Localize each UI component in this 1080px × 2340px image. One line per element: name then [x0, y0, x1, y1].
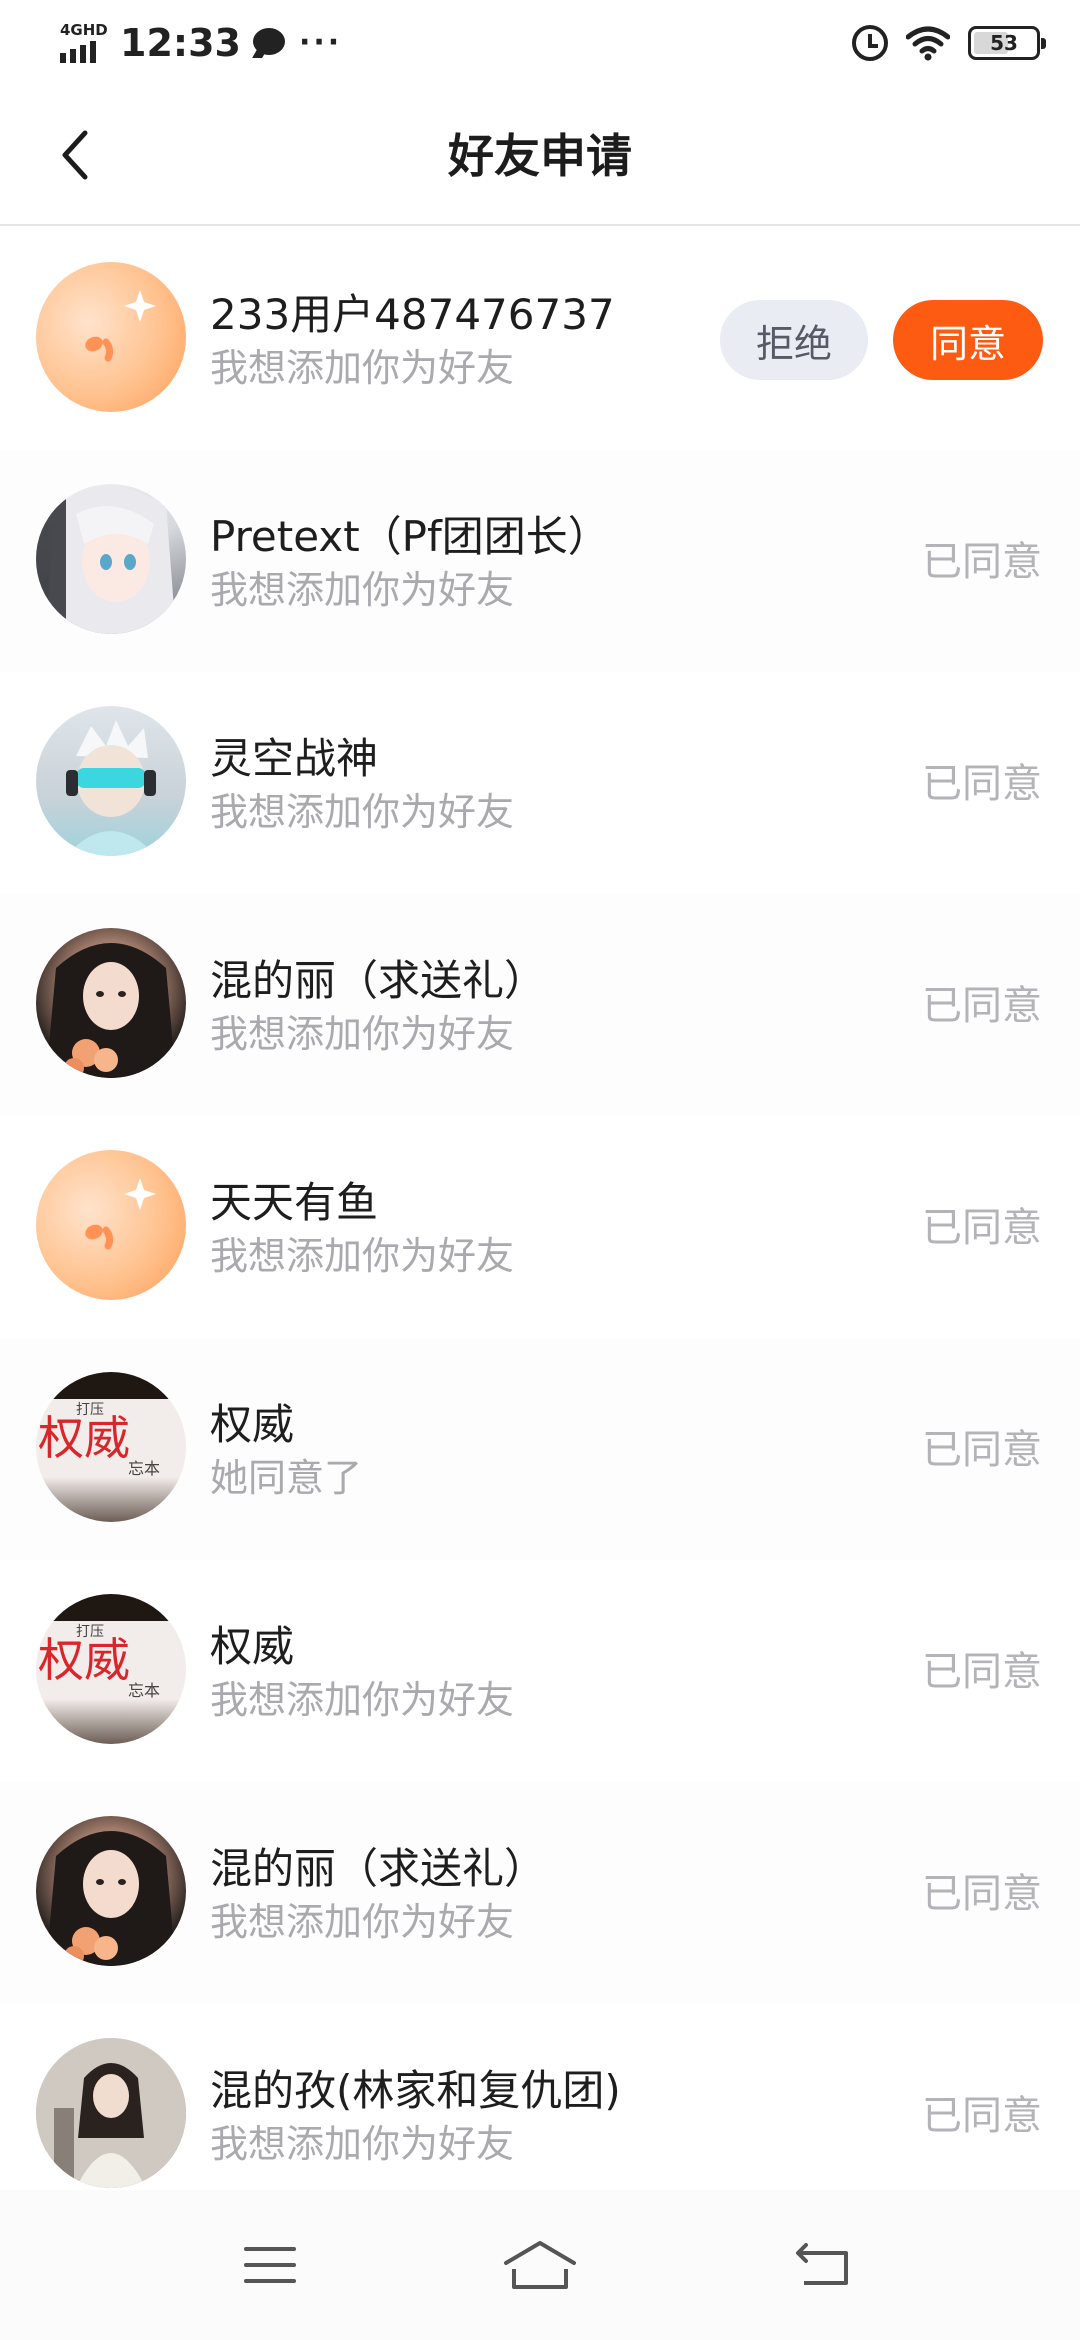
home-icon	[504, 2241, 576, 2289]
avatar[interactable]	[36, 1816, 186, 1966]
request-message: 我想添加你为好友	[210, 568, 515, 612]
status-label: 已同意	[922, 1427, 1042, 1473]
request-message: 我想添加你为好友	[210, 1012, 515, 1056]
network-type: 4GHD	[60, 21, 108, 39]
mascot-icon	[85, 290, 156, 362]
robot-avatar-image	[66, 720, 156, 856]
message-notification-icon	[252, 28, 287, 58]
wifi-icon	[906, 26, 950, 61]
page-title: 好友申请	[448, 129, 632, 183]
status-left: 4GHD 12:33 ···	[58, 18, 342, 68]
battery-level: 53	[990, 31, 1018, 55]
user-name: 灵空战神	[210, 734, 379, 783]
request-message: 我想添加你为好友	[210, 1900, 515, 1944]
request-message: 我想添加你为好友	[210, 346, 515, 390]
status-label: 已同意	[922, 539, 1042, 585]
user-name: 权威	[210, 1622, 295, 1671]
photo-avatar-image	[36, 2038, 186, 2188]
user-name: 天天有鱼	[210, 1178, 379, 1227]
user-name: 混的丽（求送礼）	[210, 1844, 547, 1893]
menu-button[interactable]	[225, 2230, 315, 2300]
request-message: 我想添加你为好友	[210, 1678, 515, 1722]
user-name: Pretext（Pf团团长）	[210, 512, 610, 561]
status-label: 已同意	[922, 2093, 1042, 2139]
svg-text:权威: 权威	[38, 1411, 130, 1465]
avatar[interactable]: 打压 权威 忘本	[36, 1594, 186, 1744]
sign-avatar-image: 打压 权威 忘本	[38, 1401, 160, 1478]
request-message: 我想添加你为好友	[210, 1234, 515, 1278]
accept-button[interactable]: 同意	[893, 300, 1043, 380]
svg-text:忘本: 忘本	[128, 1459, 160, 1478]
reject-button[interactable]: 拒绝	[720, 300, 868, 380]
friend-request-item: 灵空战神 我想添加你为好友 已同意	[0, 672, 1080, 894]
friend-request-item: 天天有鱼 我想添加你为好友 已同意	[0, 1116, 1080, 1338]
friend-request-item: 混的丽（求送礼） 我想添加你为好友 已同意	[0, 1782, 1080, 2004]
status-label: 已同意	[922, 761, 1042, 807]
home-button[interactable]	[495, 2230, 585, 2300]
avatar[interactable]	[36, 2038, 186, 2188]
request-message: 我想添加你为好友	[210, 790, 515, 834]
return-button[interactable]	[777, 2230, 867, 2300]
status-bar: 4GHD 12:33 ··· 53	[0, 0, 1080, 84]
photo-avatar-image	[46, 1831, 176, 1966]
avatar[interactable]	[36, 1150, 186, 1300]
svg-text:忘本: 忘本	[128, 1681, 160, 1700]
battery-icon: 53	[968, 26, 1046, 60]
photo-avatar-image	[46, 943, 176, 1078]
avatar[interactable]	[36, 262, 186, 412]
friend-request-item: 233用户487476737 我想添加你为好友 拒绝 同意	[0, 228, 1080, 450]
avatar[interactable]	[36, 706, 186, 856]
friend-request-item: 混的丽（求送礼） 我想添加你为好友 已同意	[0, 894, 1080, 1116]
navigation-header: 好友申请	[0, 84, 1080, 226]
status-time: 12:33	[120, 21, 241, 65]
friend-request-item: 打压 权威 忘本 权威 我想添加你为好友 已同意	[0, 1560, 1080, 1782]
user-name: 权威	[210, 1400, 295, 1449]
status-label: 已同意	[922, 983, 1042, 1029]
menu-icon	[244, 2247, 296, 2283]
alarm-icon	[852, 25, 888, 61]
system-navigation-bar	[0, 2190, 1080, 2340]
user-name: 混的孜(林家和复仇团)	[210, 2066, 621, 2115]
friend-request-item: Pretext（Pf团团长） 我想添加你为好友 已同意	[0, 450, 1080, 672]
user-name: 混的丽（求送礼）	[210, 956, 547, 1005]
mascot-icon	[85, 1178, 156, 1250]
more-notifications-indicator: ···	[298, 25, 343, 60]
status-right: 53	[852, 20, 1046, 66]
status-label: 已同意	[922, 1205, 1042, 1251]
avatar[interactable]: 打压 权威 忘本	[36, 1372, 186, 1522]
avatar[interactable]	[36, 484, 186, 634]
friend-request-item: 打压 权威 忘本 权威 她同意了 已同意	[0, 1338, 1080, 1560]
user-name: 233用户487476737	[210, 290, 615, 339]
svg-text:权威: 权威	[38, 1633, 130, 1687]
request-message: 她同意了	[210, 1456, 363, 1500]
status-label: 已同意	[922, 1649, 1042, 1695]
sign-avatar-image: 打压 权威 忘本	[38, 1623, 160, 1700]
return-icon	[796, 2243, 848, 2285]
signal-icon: 4GHD	[58, 21, 108, 65]
friend-request-list: 233用户487476737 我想添加你为好友 拒绝 同意 Pretext（Pf…	[0, 228, 1080, 2226]
anime-avatar-image	[36, 484, 176, 634]
status-label: 已同意	[922, 1871, 1042, 1917]
avatar[interactable]	[36, 928, 186, 1078]
request-message: 我想添加你为好友	[210, 2122, 515, 2166]
